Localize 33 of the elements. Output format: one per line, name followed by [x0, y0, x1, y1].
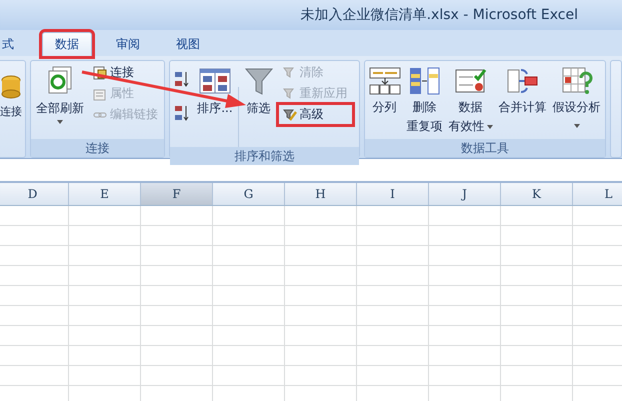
column-header[interactable]: J	[429, 183, 501, 205]
group-label: 数据工具	[364, 139, 606, 157]
split-columns-icon	[368, 65, 401, 97]
ribbon-tool-button[interactable]: 数据 有效性	[446, 63, 495, 137]
ribbon-tab[interactable]: 视图	[164, 32, 212, 56]
remove-duplicates-icon	[408, 65, 441, 97]
funnel-icon	[282, 66, 297, 80]
ribbon-tool-button[interactable]: 分列	[366, 63, 403, 135]
ribbon-small-button[interactable]: 高级	[278, 105, 352, 124]
column-header[interactable]: H	[285, 183, 357, 205]
funnel-icon	[282, 86, 297, 100]
refresh-all-button[interactable]: 全部刷新	[33, 63, 88, 126]
column-header[interactable]: G	[213, 183, 285, 205]
window-title: 未加入企业微信清单.xlsx - Microsoft Excel	[300, 6, 578, 24]
ribbon-tool-button[interactable]: 删除 重复项	[404, 63, 445, 137]
ribbon-tab[interactable]: 审阅	[104, 32, 152, 56]
what-if-icon	[560, 65, 593, 97]
group-label: 连接	[31, 139, 164, 157]
ribbon-small-button[interactable]: 连接	[89, 63, 162, 82]
column-header[interactable]: D	[0, 183, 69, 205]
ribbon-tool-button[interactable]: 合并计算	[496, 63, 549, 135]
filter-button[interactable]: 筛选	[240, 63, 277, 119]
ribbon-tool-button[interactable]: 假设分析	[550, 63, 603, 135]
funnel-pencil-icon	[282, 108, 297, 122]
group-label: 排序和筛选	[170, 147, 359, 165]
properties-icon	[93, 86, 108, 100]
ribbon-tab[interactable]: 数据	[42, 32, 92, 56]
ribbon-tab[interactable]: 式	[0, 32, 16, 56]
column-header[interactable]: K	[501, 183, 573, 205]
connection-button[interactable]: 连接	[0, 63, 22, 119]
column-header[interactable]: I	[357, 183, 429, 205]
column-header[interactable]: F	[141, 183, 213, 205]
column-header[interactable]: L	[573, 183, 622, 205]
